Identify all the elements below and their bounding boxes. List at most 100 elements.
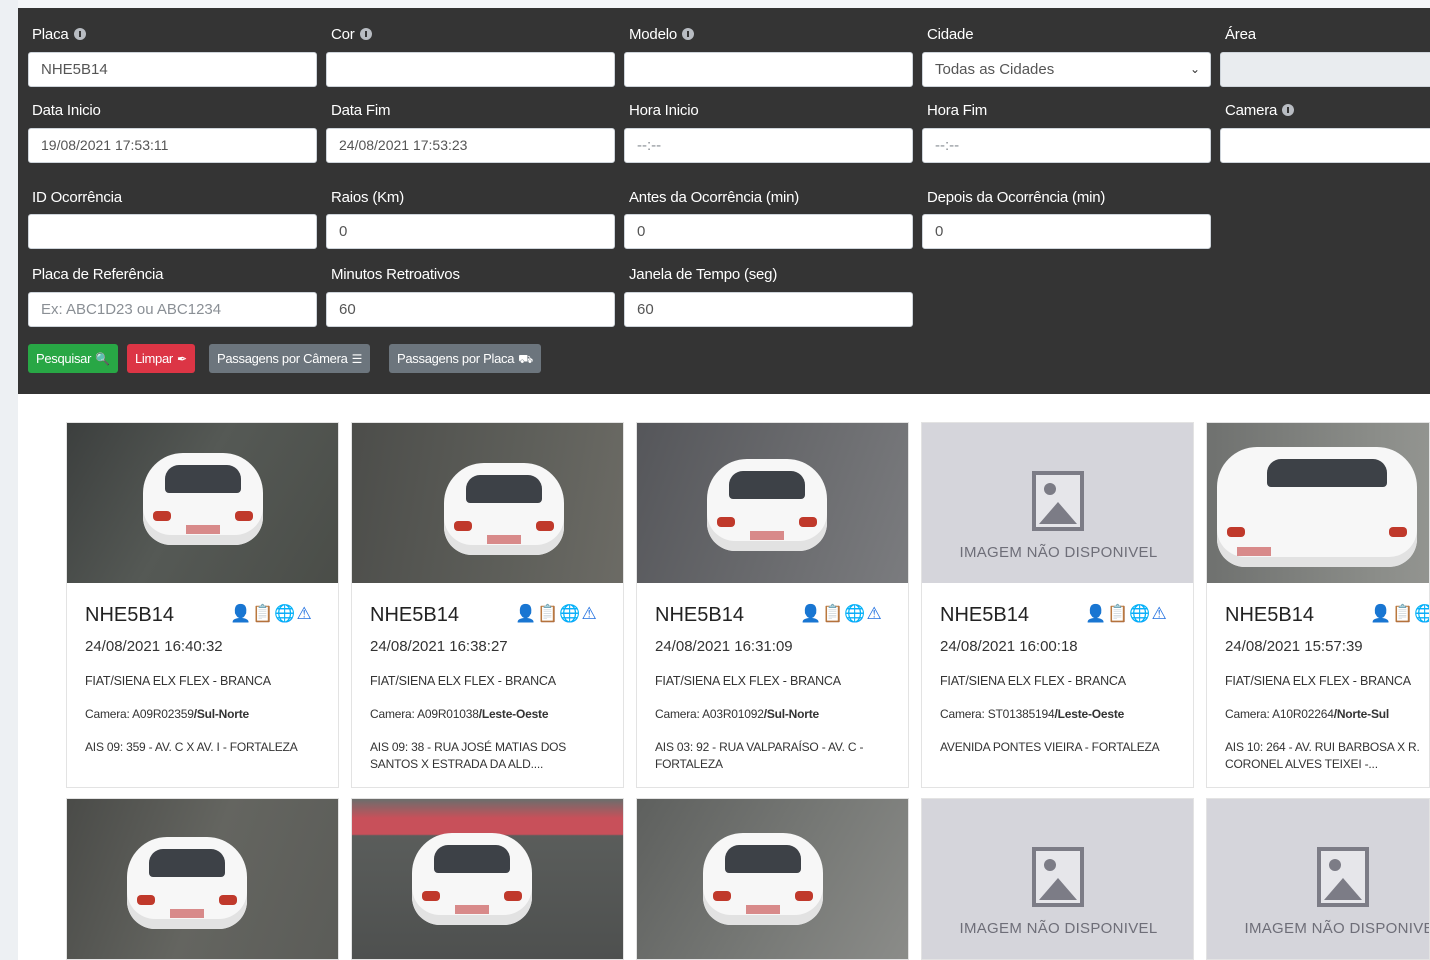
result-card[interactable]: IMAGEM NÃO DISPONIVEL NHE5B14 👤📋🌐⚠ 24/08… — [921, 422, 1194, 788]
placa-input[interactable]: NHE5B14 — [28, 52, 317, 87]
camera-info: Camera: A09R02359/Sul-Norte — [85, 707, 250, 721]
address: AIS 03: 92 - RUA VALPARAÍSO - AV. C - FO… — [655, 740, 864, 771]
limpar-button[interactable]: Limpar ✒ — [127, 344, 195, 373]
info-icon[interactable] — [73, 28, 86, 40]
camera-input[interactable] — [1220, 128, 1430, 163]
result-card[interactable]: IMAGEM NÃO DISPONIVEL — [921, 798, 1194, 960]
antes-input[interactable]: 0 — [624, 214, 913, 249]
image-icon — [1032, 847, 1084, 907]
hora-fim-label: Hora Fim — [927, 102, 988, 119]
info-icon[interactable] — [1282, 104, 1295, 116]
info-icon[interactable] — [359, 28, 372, 40]
passagens-camera-button[interactable]: Passagens por Câmera ☰ — [209, 344, 371, 373]
globe-icon: 🌐 — [844, 604, 867, 623]
cidade-label: Cidade — [927, 26, 974, 43]
info-icon[interactable] — [682, 28, 694, 40]
limpar-label: Limpar — [135, 351, 173, 366]
result-card[interactable] — [636, 798, 909, 960]
copy-icon: 📋 — [822, 604, 845, 623]
vehicle-photo[interactable] — [67, 423, 338, 583]
person-icon: 👤 — [1085, 604, 1108, 623]
no-image-text: IMAGEM NÃO DISPONIVEL — [959, 920, 1158, 937]
passagens-placa-label: Passagens por Placa — [397, 351, 515, 366]
globe-icon: 🌐 — [559, 604, 582, 623]
placa-label: Placa — [32, 26, 86, 43]
result-card[interactable]: IMAGEM NÃO DISPONIVEL — [1206, 798, 1430, 960]
vehicle-photo[interactable] — [352, 799, 623, 959]
copy-icon: 📋 — [1392, 604, 1415, 623]
pass-date: 24/08/2021 16:31:09 — [655, 638, 793, 655]
image-icon — [1032, 471, 1084, 531]
raios-label: Raios (Km) — [331, 189, 405, 206]
globe-icon: 🌐 — [1414, 604, 1429, 623]
plate-text: NHE5B14 — [940, 604, 1029, 626]
pass-date: 24/08/2021 15:57:39 — [1225, 638, 1363, 655]
list-icon: ☰ — [351, 352, 363, 366]
person-icon: 👤 — [800, 604, 823, 623]
hora-fim-input[interactable]: --:-- — [922, 128, 1211, 163]
vehicle-photo[interactable] — [1207, 423, 1429, 583]
vehicle-photo[interactable] — [637, 799, 908, 959]
hora-inicio-input[interactable]: --:-- — [624, 128, 913, 163]
globe-icon: 🌐 — [1129, 604, 1152, 623]
minutos-input[interactable]: 60 — [326, 292, 615, 327]
vehicle-photo[interactable] — [352, 423, 623, 583]
image-icon — [1317, 847, 1369, 907]
modelo-label: Modelo — [629, 26, 694, 43]
results-grid: NHE5B14 👤📋🌐⚠ 24/08/2021 16:40:32 FIAT/SI… — [18, 394, 1430, 960]
pesquisar-button[interactable]: Pesquisar 🔍 — [28, 344, 118, 373]
camera-info: Camera: ST01385194/Leste-Oeste — [940, 707, 1125, 721]
action-icons[interactable]: 👤📋🌐⚠ — [800, 604, 883, 624]
vehicle-model: FIAT/SIENA ELX FLEX - BRANCA — [655, 674, 841, 688]
vehicle-photo[interactable] — [67, 799, 338, 959]
copy-icon: 📋 — [537, 604, 560, 623]
hora-inicio-label: Hora Inicio — [629, 102, 699, 119]
action-icons[interactable]: 👤📋🌐⚠ — [1085, 604, 1168, 624]
left-strip — [0, 0, 18, 960]
data-fim-label: Data Fim — [331, 102, 391, 119]
result-card[interactable]: NHE5B14 👤📋🌐⚠ 24/08/2021 16:40:32 FIAT/SI… — [66, 422, 339, 788]
no-image-placeholder: IMAGEM NÃO DISPONIVEL — [922, 423, 1193, 583]
result-card[interactable] — [66, 798, 339, 960]
raios-input[interactable]: 0 — [326, 214, 615, 249]
janela-label: Janela de Tempo (seg) — [629, 266, 778, 283]
data-fim-input[interactable]: 24/08/2021 17:53:23 — [326, 128, 615, 163]
cidade-select[interactable]: Todas as Cidades ⌄ — [922, 52, 1211, 87]
result-card[interactable]: NHE5B14 👤📋🌐 24/08/2021 15:57:39 FIAT/SIE… — [1206, 422, 1430, 788]
camera-info: Camera: A10R02264/Norte-Sul — [1225, 707, 1390, 721]
pass-date: 24/08/2021 16:38:27 — [370, 638, 508, 655]
action-icons[interactable]: 👤📋🌐⚠ — [230, 604, 313, 624]
cor-input[interactable] — [326, 52, 615, 87]
brush-icon: ✒ — [176, 352, 187, 366]
camera-info: Camera: A03R01092/Sul-Norte — [655, 707, 820, 721]
copy-icon: 📋 — [1107, 604, 1130, 623]
result-card[interactable]: NHE5B14 👤📋🌐⚠ 24/08/2021 16:31:09 FIAT/SI… — [636, 422, 909, 788]
id-ocorrencia-label: ID Ocorrência — [32, 189, 122, 206]
placa-ref-input[interactable]: Ex: ABC1D23 ou ABC1234 — [28, 292, 317, 327]
pesquisar-label: Pesquisar — [36, 351, 92, 366]
area-select[interactable] — [1220, 52, 1430, 87]
depois-label: Depois da Ocorrência (min) — [927, 189, 1106, 206]
no-image-text: IMAGEM NÃO DISPONIVEL — [1244, 920, 1430, 937]
vehicle-model: FIAT/SIENA ELX FLEX - BRANCA — [85, 674, 271, 688]
janela-input[interactable]: 60 — [624, 292, 913, 327]
top-strip — [0, 0, 1430, 8]
address: AIS 09: 38 - RUA JOSÉ MATIAS DOS SANTOS … — [370, 740, 567, 771]
vehicle-photo[interactable] — [637, 423, 908, 583]
passagens-placa-button[interactable]: Passagens por Placa ⛟ — [389, 344, 541, 373]
modelo-input[interactable] — [624, 52, 913, 87]
depois-input[interactable]: 0 — [922, 214, 1211, 249]
action-icons[interactable]: 👤📋🌐 — [1370, 604, 1429, 624]
result-card[interactable] — [351, 798, 624, 960]
pass-date: 24/08/2021 16:00:18 — [940, 638, 1078, 655]
warning-icon: ⚠ — [866, 604, 883, 623]
camera-info: Camera: A09R01038/Leste-Oeste — [370, 707, 549, 721]
id-ocorrencia-input[interactable] — [28, 214, 317, 249]
plate-text: NHE5B14 — [655, 604, 744, 626]
data-inicio-input[interactable]: 19/08/2021 17:53:11 — [28, 128, 317, 163]
result-card[interactable]: NHE5B14 👤📋🌐⚠ 24/08/2021 16:38:27 FIAT/SI… — [351, 422, 624, 788]
search-icon: 🔍 — [95, 352, 110, 366]
action-icons[interactable]: 👤📋🌐⚠ — [515, 604, 598, 624]
minutos-label: Minutos Retroativos — [331, 266, 460, 283]
plate-text: NHE5B14 — [370, 604, 459, 626]
